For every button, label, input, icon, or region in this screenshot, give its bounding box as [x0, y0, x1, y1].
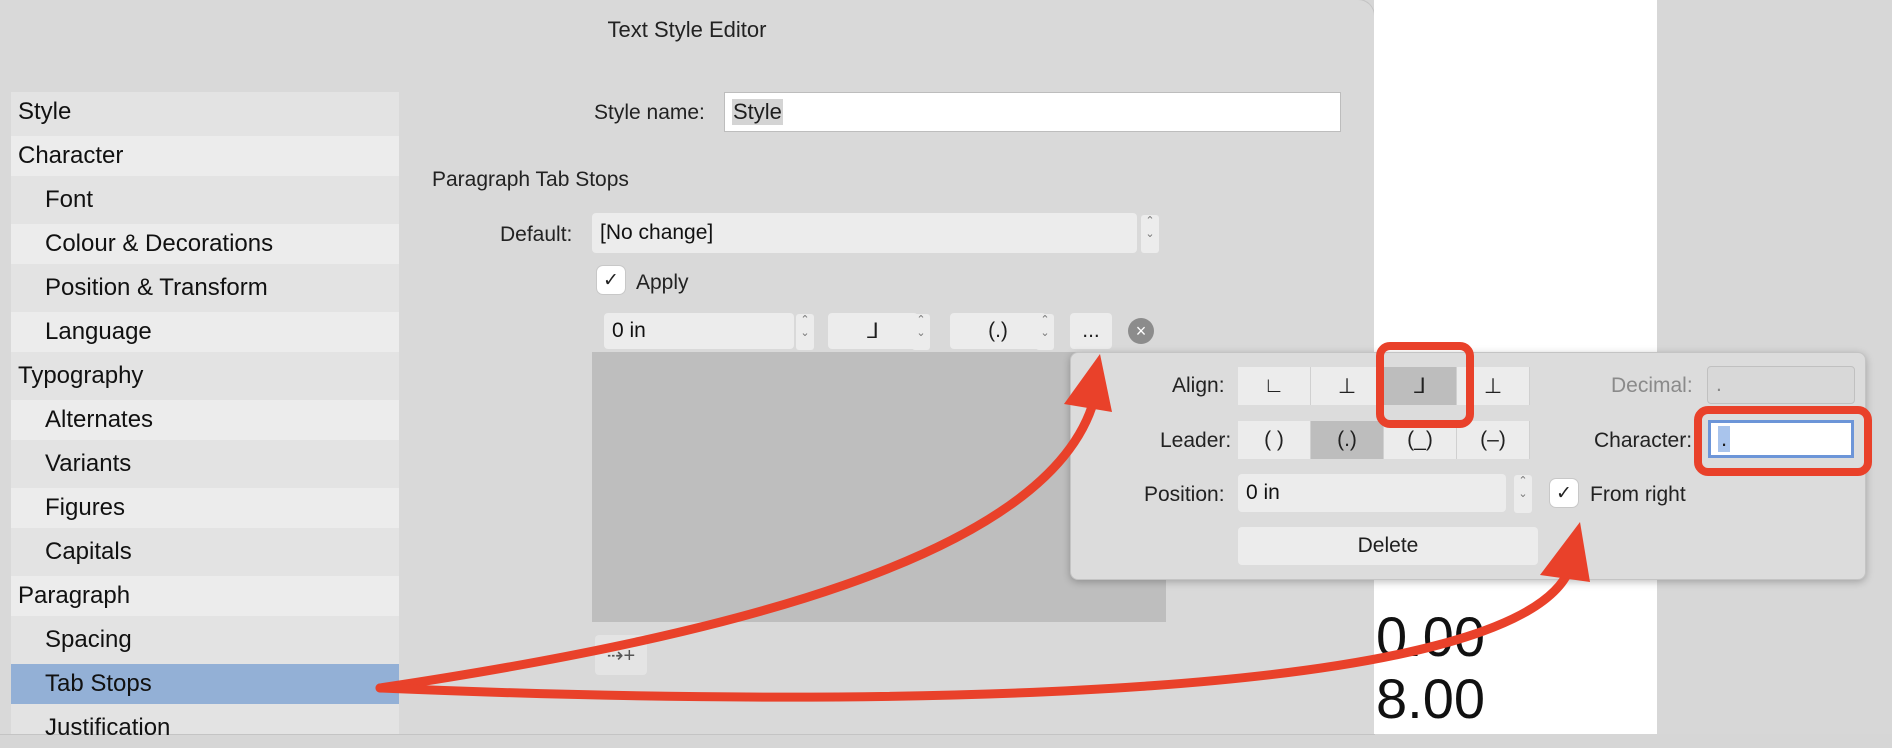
annotation-arrowhead	[1064, 354, 1112, 412]
annotation-arrow-to-from-right	[375, 563, 1575, 702]
annotation-arrow-to-more-button	[375, 387, 1101, 693]
annotation-arrows	[375, 354, 1590, 702]
annotation-arrowhead	[1540, 522, 1590, 582]
